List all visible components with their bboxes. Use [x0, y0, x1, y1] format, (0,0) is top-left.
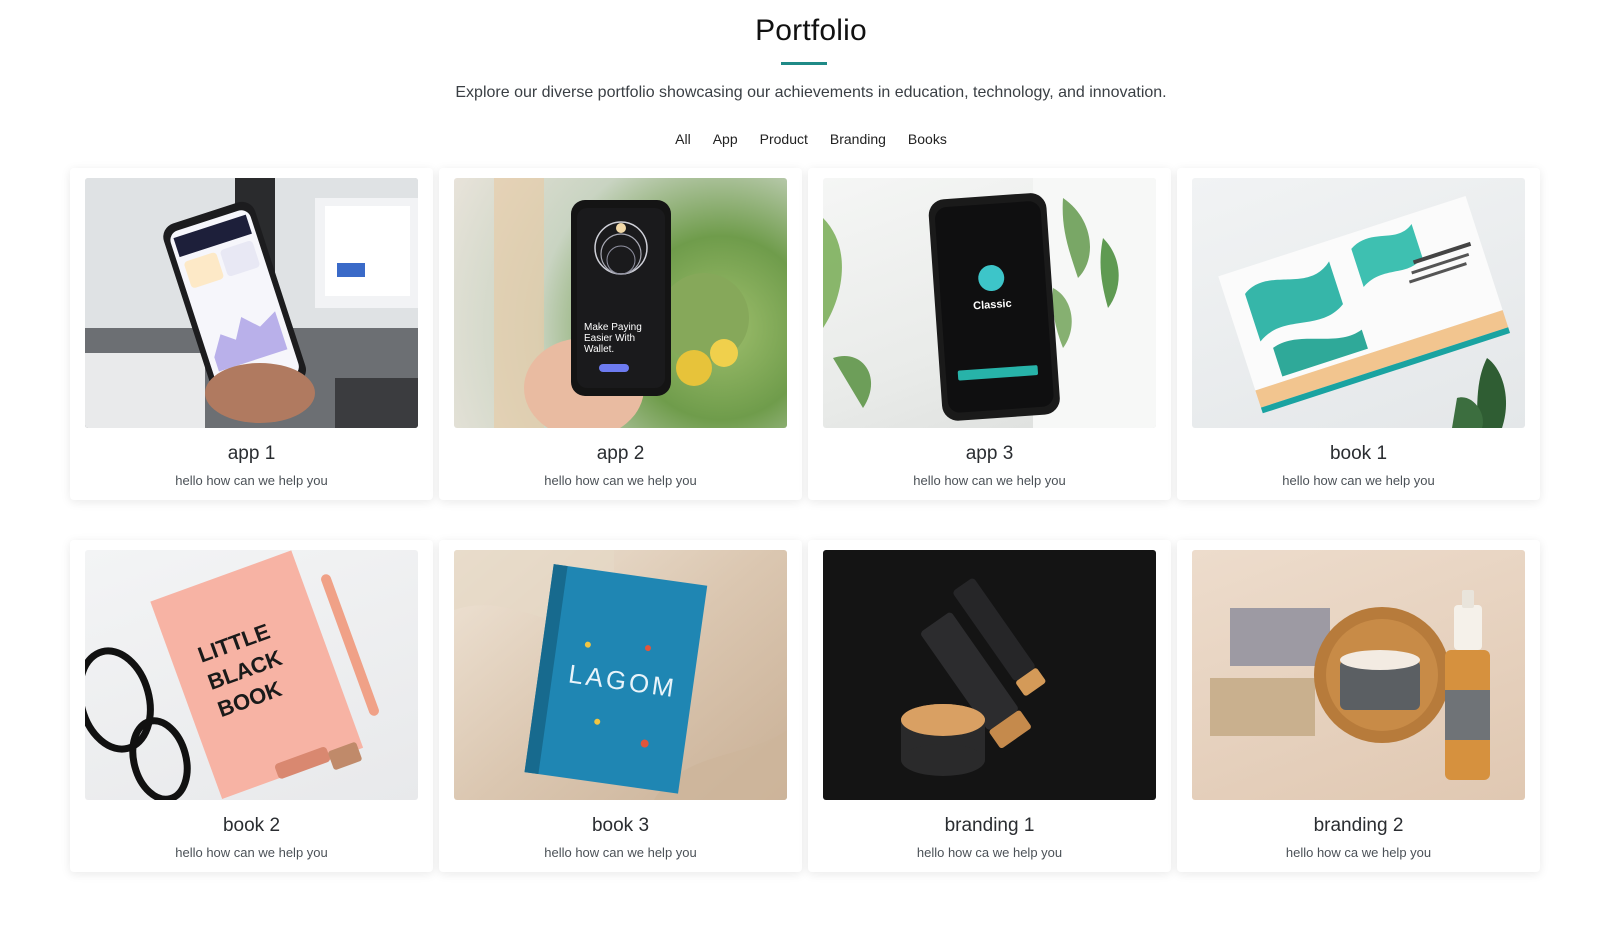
portfolio-image[interactable]: Make Paying Easier With Wallet.	[454, 178, 787, 428]
card-description: hello how can we help you	[544, 473, 697, 488]
portfolio-card-app-3[interactable]: Classic app 3 hello how can we help you	[808, 168, 1171, 500]
portfolio-image[interactable]	[85, 178, 418, 428]
portfolio-image[interactable]: LAGOM	[454, 550, 787, 800]
portfolio-card-book-3[interactable]: LAGOM book 3 hello how can we help you	[439, 540, 802, 872]
card-title: book 2	[222, 815, 281, 836]
card-title: branding 1	[944, 815, 1035, 836]
card-description: hello how ca we help you	[1285, 845, 1432, 860]
card-description: hello how can we help you	[175, 845, 328, 860]
filter-all[interactable]: All	[675, 129, 691, 149]
portfolio-image[interactable]	[1192, 178, 1525, 428]
card-description: hello how can we help you	[913, 473, 1066, 488]
portfolio-card-app-2[interactable]: Make Paying Easier With Wallet. app 2 he…	[439, 168, 802, 500]
portfolio-card-branding-1[interactable]: branding 1 hello how ca we help you	[808, 540, 1171, 872]
portfolio-image[interactable]	[1192, 550, 1525, 800]
card-description: hello how can we help you	[175, 473, 328, 488]
card-title: app 3	[965, 443, 1014, 464]
card-description: hello how can we help you	[544, 845, 697, 860]
portfolio-card-book-2[interactable]: LITTLE BLACK BOOK book 2 hello how can w…	[70, 540, 433, 872]
filter-app[interactable]: App	[713, 129, 738, 149]
portfolio-image[interactable]: Classic	[823, 178, 1156, 428]
card-description: hello how ca we help you	[916, 845, 1063, 860]
card-title: app 1	[227, 443, 276, 464]
portfolio-image[interactable]	[823, 550, 1156, 800]
card-title: book 3	[591, 815, 650, 836]
page-title: Portfolio	[755, 14, 867, 47]
title-underline	[781, 62, 827, 65]
card-title: book 1	[1329, 443, 1388, 464]
card-title: branding 2	[1313, 815, 1404, 836]
portfolio-image[interactable]: LITTLE BLACK BOOK	[85, 550, 418, 800]
portfolio-card-book-1[interactable]: book 1 hello how can we help you	[1177, 168, 1540, 500]
wallet-text-line-3: Wallet.	[584, 344, 614, 355]
filter-branding[interactable]: Branding	[830, 129, 886, 149]
card-description: hello how can we help you	[1282, 473, 1435, 488]
portfolio-filters: All App Product Branding Books	[0, 129, 1622, 149]
wallet-text-line-2: Easier With	[584, 333, 635, 344]
portfolio-card-app-1[interactable]: app 1 hello how can we help you	[70, 168, 433, 500]
filter-product[interactable]: Product	[760, 129, 808, 149]
wallet-text-line-1: Make Paying	[584, 322, 642, 333]
portfolio-card-branding-2[interactable]: branding 2 hello how ca we help you	[1177, 540, 1540, 872]
card-title: app 2	[596, 443, 645, 464]
filter-books[interactable]: Books	[908, 129, 947, 149]
page-subtitle: Explore our diverse portfolio showcasing…	[455, 84, 1167, 101]
